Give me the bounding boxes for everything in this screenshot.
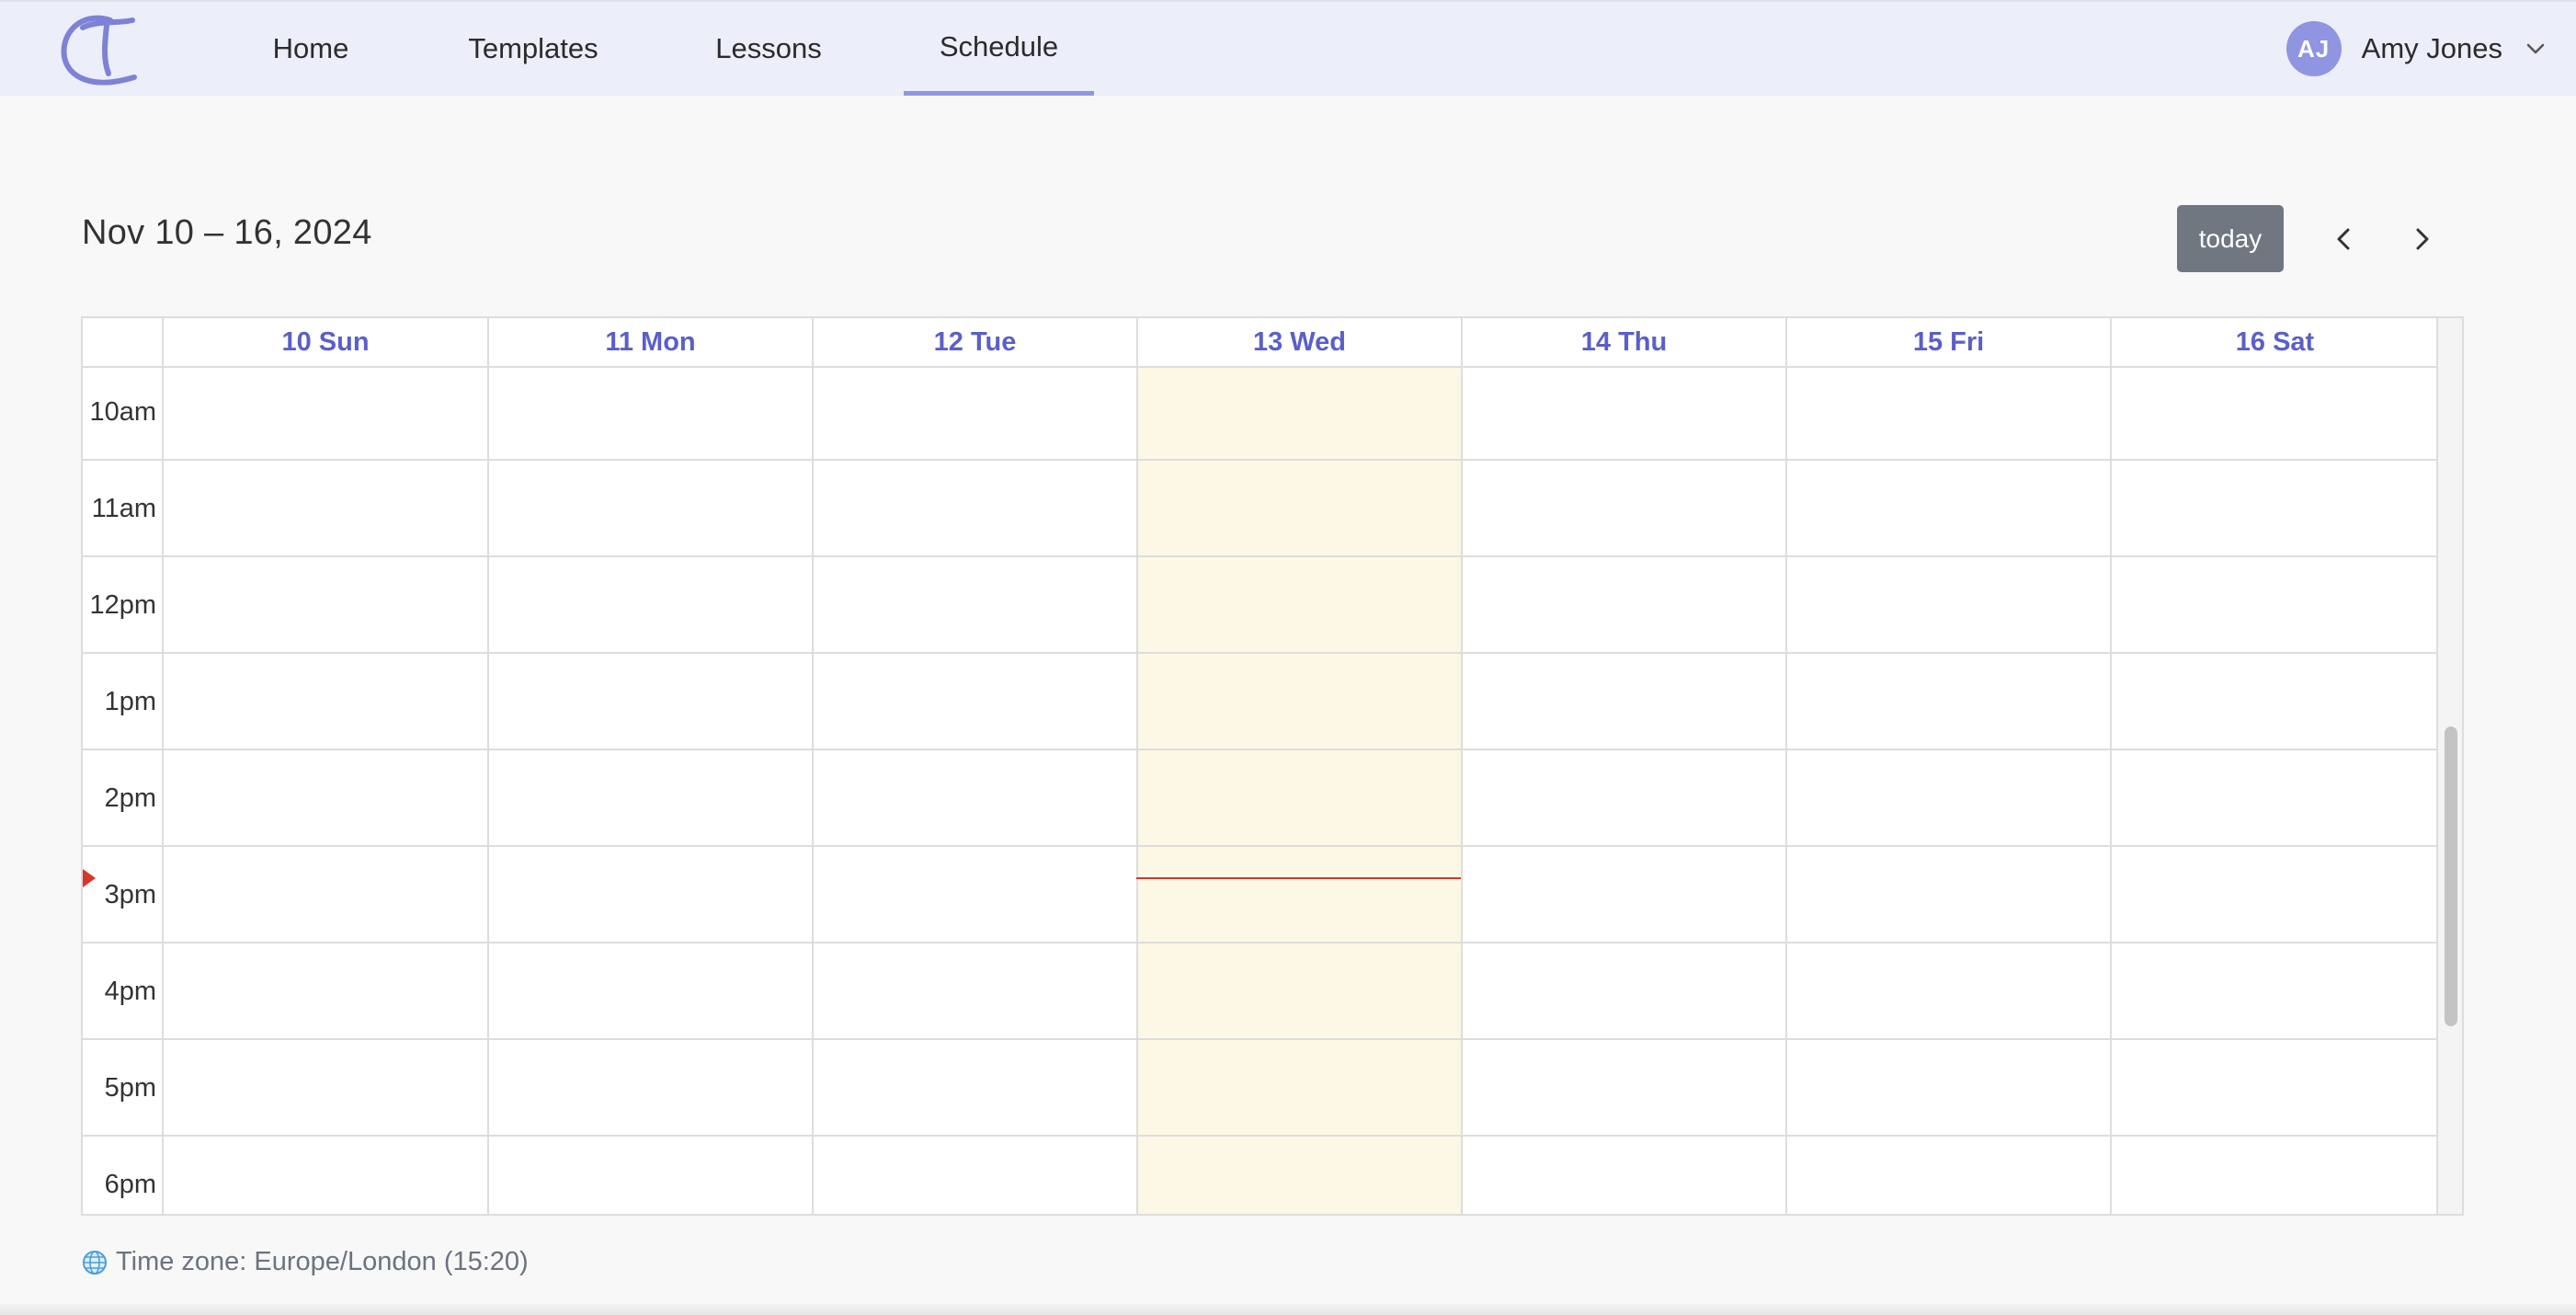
day-header-fri[interactable]: 15 Fri — [1785, 318, 2110, 366]
now-indicator-line — [1136, 877, 1461, 879]
day-header-tue[interactable]: 12 Tue — [812, 318, 1136, 366]
day-header-wed[interactable]: 13 Wed — [1136, 318, 1461, 366]
timezone-info: Time zone: Europe/London (15:20) — [81, 1247, 529, 1277]
avatar: AJ — [2285, 21, 2342, 76]
user-menu[interactable]: AJ Amy Jones — [2285, 2, 2548, 96]
date-range-title: Nov 10 – 16, 2024 — [82, 213, 372, 252]
nav-tab-label: Lessons — [715, 32, 822, 64]
hour-divider — [83, 942, 2438, 943]
prev-week-button[interactable] — [2319, 213, 2370, 265]
time-label: 1pm — [104, 687, 156, 716]
hour-divider — [83, 1038, 2438, 1040]
day-header-label: 14 Thu — [1580, 326, 1668, 357]
day-header-mon[interactable]: 11 Mon — [487, 318, 812, 366]
calendar-scrollbar[interactable] — [2436, 318, 2462, 1214]
today-button[interactable]: today — [2177, 205, 2284, 272]
hour-divider — [83, 652, 2438, 654]
nav-tab-label: Home — [272, 32, 349, 64]
day-header-label: 16 Sat — [2235, 326, 2315, 357]
time-label: 5pm — [104, 1073, 156, 1103]
chevron-right-icon — [2416, 228, 2429, 250]
day-column-wed-today[interactable] — [1136, 368, 1461, 1214]
logo-icon — [61, 15, 137, 86]
next-week-button[interactable] — [2396, 213, 2447, 265]
now-indicator-arrow — [83, 869, 96, 887]
time-label: 6pm — [104, 1170, 156, 1199]
nav-tab-lessons[interactable]: Lessons — [701, 2, 837, 96]
day-header-sat[interactable]: 16 Sat — [2110, 318, 2438, 366]
day-header-label: 12 Tue — [933, 326, 1017, 357]
time-label: 10am — [89, 397, 156, 427]
day-column-sun[interactable] — [162, 368, 487, 1214]
time-label: 4pm — [104, 977, 156, 1006]
day-column-sat[interactable] — [2110, 368, 2438, 1214]
nav-tab-schedule[interactable]: Schedule — [904, 2, 1094, 96]
time-label: 2pm — [104, 783, 156, 813]
day-column-tue[interactable] — [812, 368, 1136, 1214]
time-grid: 10am 11am 12pm 1pm 2pm 3pm 4pm 5pm 6pm — [83, 368, 2438, 1214]
day-column-fri[interactable] — [1785, 368, 2110, 1214]
day-column-mon[interactable] — [487, 368, 812, 1214]
day-header-row: 10 Sun 11 Mon 12 Tue 13 Wed 14 Thu 15 Fr… — [83, 318, 2438, 368]
day-header-label: 11 Mon — [605, 326, 696, 357]
hour-divider — [83, 1135, 2438, 1137]
day-header-label: 10 Sun — [281, 326, 370, 357]
chevron-down-icon — [2526, 43, 2545, 54]
nav-tab-templates[interactable]: Templates — [450, 2, 616, 96]
chevron-left-icon — [2337, 228, 2350, 250]
day-header-label: 13 Wed — [1252, 326, 1346, 357]
day-header-thu[interactable]: 14 Thu — [1461, 318, 1785, 366]
scrollbar-thumb[interactable] — [2445, 726, 2457, 1026]
page-bottom-edge — [0, 1304, 2576, 1315]
nav-tab-home[interactable]: Home — [248, 2, 373, 96]
user-name: Amy Jones — [2361, 32, 2502, 64]
day-column-thu[interactable] — [1461, 368, 1785, 1214]
hour-divider — [83, 459, 2438, 461]
hour-divider — [83, 845, 2438, 847]
nav-tab-label: Schedule — [939, 29, 1059, 63]
hour-divider — [83, 749, 2438, 750]
week-calendar: 10 Sun 11 Mon 12 Tue 13 Wed 14 Thu 15 Fr… — [81, 316, 2464, 1216]
top-navbar: Home Templates Lessons Schedule AJ Amy J… — [0, 0, 2576, 96]
app-logo[interactable] — [55, 6, 143, 90]
day-header-label: 15 Fri — [1912, 326, 1985, 357]
day-header-sun[interactable]: 10 Sun — [162, 318, 487, 366]
time-label: 12pm — [89, 590, 156, 620]
globe-icon — [83, 1250, 107, 1275]
time-label: 11am — [91, 494, 156, 523]
hour-divider — [83, 555, 2438, 557]
timezone-text: Time zone: Europe/London (15:20) — [116, 1247, 529, 1276]
nav-tab-label: Templates — [468, 32, 598, 64]
